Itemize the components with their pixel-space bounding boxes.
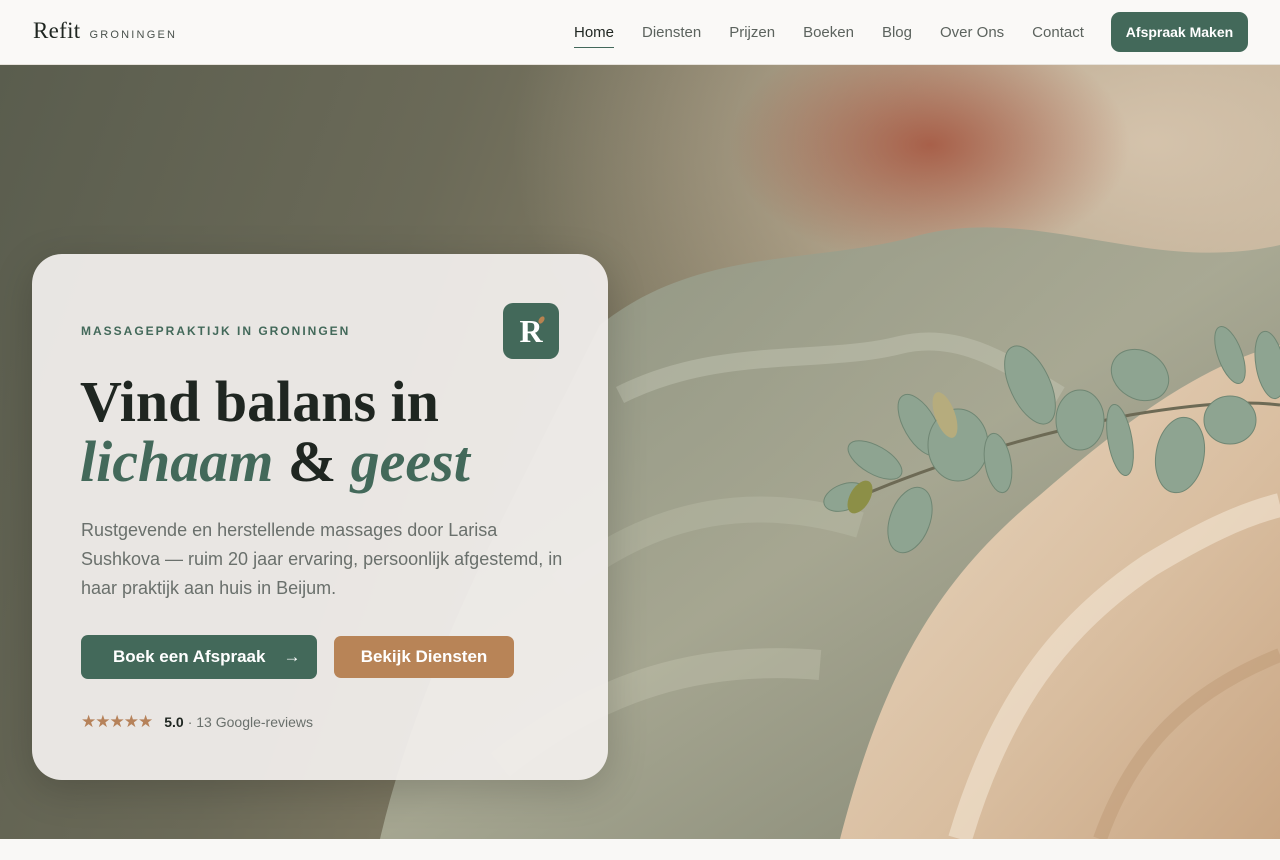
hero-headline: Vind balans in lichaam & geest	[80, 372, 470, 492]
star-icon: ★	[138, 712, 154, 731]
headline-line2: lichaam & geest	[80, 432, 470, 492]
primary-button-label: Boek een Afspraak	[113, 647, 266, 666]
nav-links: Home Diensten Prijzen Boeken Blog Over O…	[574, 0, 1112, 65]
nav-link-blog[interactable]: Blog	[882, 0, 912, 65]
nav-link-diensten[interactable]: Diensten	[642, 0, 701, 65]
hero-section: MASSAGEPRAKTIJK IN GRONINGEN R Vind bala…	[0, 65, 1280, 839]
headline-em-lichaam: lichaam	[80, 429, 274, 494]
hero-card: MASSAGEPRAKTIJK IN GRONINGEN R Vind bala…	[32, 254, 608, 780]
headline-ampersand: &	[287, 429, 337, 494]
rating-reviews-link[interactable]: · 13 Google-reviews	[188, 714, 313, 730]
star-icon: ★	[109, 712, 125, 731]
rating-score: 5.0	[164, 714, 184, 730]
arrow-right-icon: →	[283, 647, 301, 666]
nav-link-prijzen[interactable]: Prijzen	[729, 0, 775, 65]
nav-link-boeken[interactable]: Boeken	[803, 0, 854, 65]
logo-badge-icon: R	[503, 303, 559, 359]
book-appointment-primary-button[interactable]: Boek een Afspraak →	[81, 635, 317, 679]
view-services-button[interactable]: Bekijk Diensten	[334, 636, 514, 678]
brand-name: Refit	[33, 18, 81, 43]
nav-link-home[interactable]: Home	[574, 0, 615, 65]
headline-em-geest: geest	[350, 429, 470, 494]
rating-stars: ★ ★ ★ ★ ★	[81, 712, 154, 732]
top-navigation: Refit GRONINGEN Home Diensten Prijzen Bo…	[0, 0, 1280, 65]
brand-logo[interactable]: Refit GRONINGEN	[33, 18, 177, 44]
nav-link-over-ons[interactable]: Over Ons	[940, 0, 1004, 65]
star-icon: ★	[81, 712, 97, 731]
brand-city: GRONINGEN	[89, 29, 178, 41]
star-icon: ★	[123, 712, 139, 731]
hero-eyebrow: MASSAGEPRAKTIJK IN GRONINGEN	[81, 324, 351, 338]
headline-line1: Vind balans in	[80, 369, 439, 434]
page-bottom-strip	[0, 839, 1280, 860]
hero-description: Rustgevende en herstellende massages doo…	[81, 520, 563, 598]
book-appointment-button[interactable]: Afspraak Maken	[1111, 12, 1248, 52]
nav-link-contact[interactable]: Contact	[1032, 0, 1084, 65]
star-icon: ★	[95, 712, 111, 731]
rating-summary: ★ ★ ★ ★ ★ 5.0 · 13 Google-reviews	[81, 712, 313, 732]
